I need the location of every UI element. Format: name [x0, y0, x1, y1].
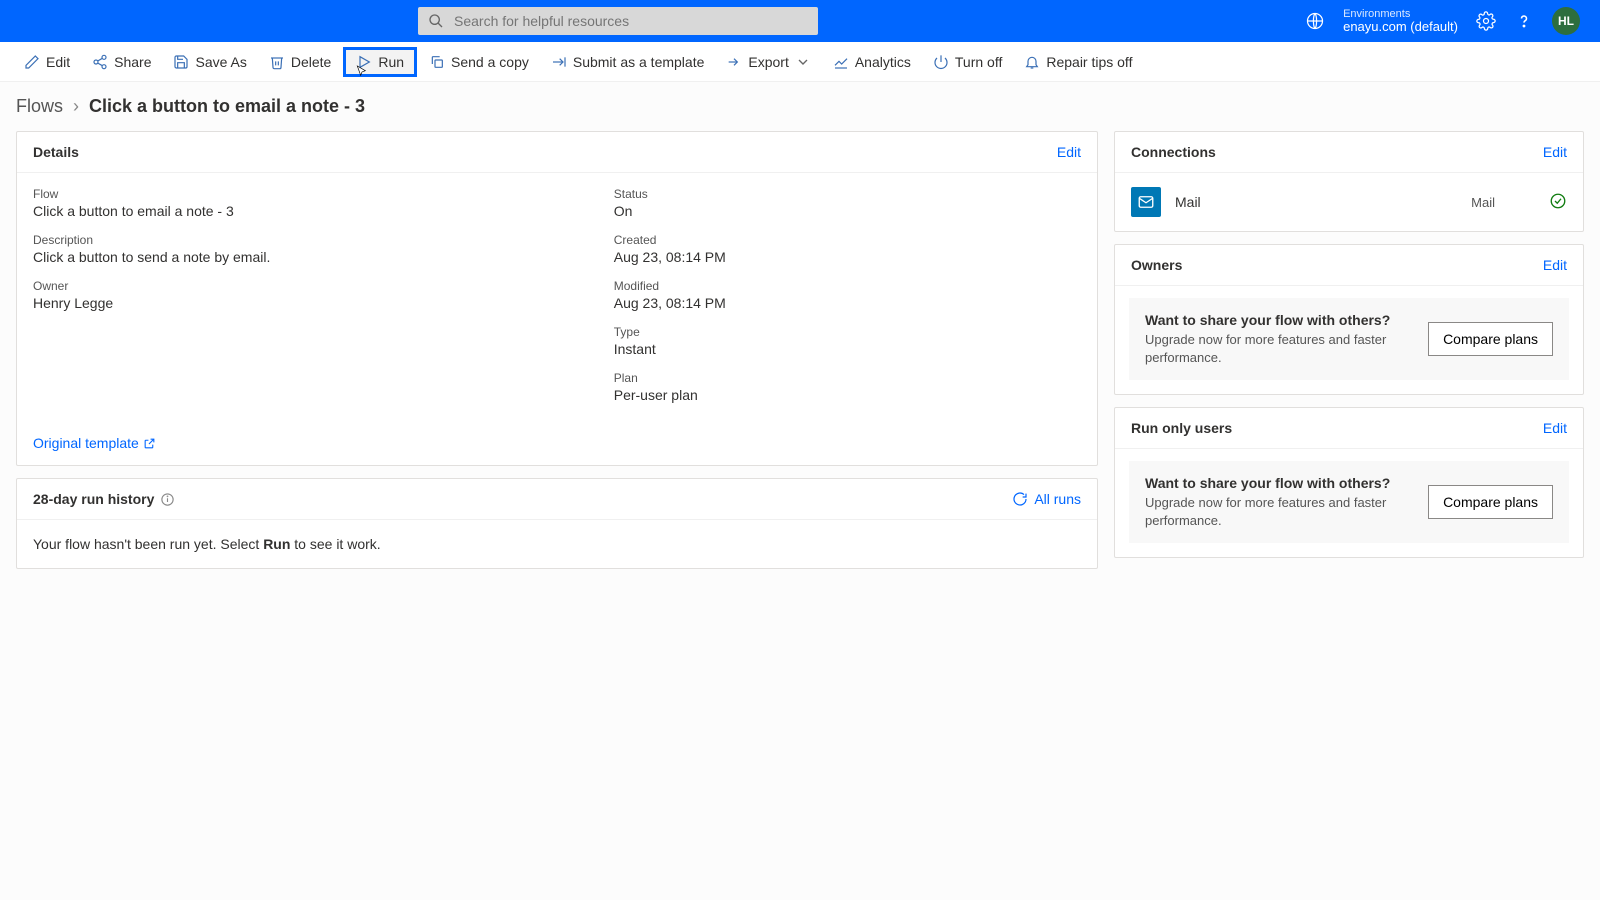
settings-icon[interactable] [1476, 11, 1496, 31]
share-button[interactable]: Share [82, 48, 161, 76]
external-link-icon [143, 437, 156, 450]
owners-upgrade-box: Want to share your flow with others? Upg… [1129, 298, 1569, 380]
run-only-edit-link[interactable]: Edit [1543, 420, 1567, 436]
edit-button[interactable]: Edit [14, 48, 80, 76]
connections-title: Connections [1131, 144, 1216, 160]
breadcrumb: Flows › Click a button to email a note -… [0, 82, 1600, 127]
details-card: Details Edit FlowClick a button to email… [16, 131, 1098, 466]
turn-off-button[interactable]: Turn off [923, 48, 1012, 76]
repair-tips-button[interactable]: Repair tips off [1014, 48, 1142, 76]
analytics-button[interactable]: Analytics [823, 48, 921, 76]
user-avatar[interactable]: HL [1552, 7, 1580, 35]
details-edit-link[interactable]: Edit [1057, 144, 1081, 160]
owners-edit-link[interactable]: Edit [1543, 257, 1567, 273]
delete-button[interactable]: Delete [259, 48, 341, 76]
owners-card: Owners Edit Want to share your flow with… [1114, 244, 1584, 395]
bell-icon [1024, 54, 1040, 70]
run-only-upgrade-box: Want to share your flow with others? Upg… [1129, 461, 1569, 543]
search-icon [428, 13, 444, 29]
environment-icon[interactable] [1305, 11, 1325, 31]
mail-icon [1131, 187, 1161, 217]
environment-picker[interactable]: Environments enayu.com (default) [1343, 8, 1458, 34]
save-as-button[interactable]: Save As [163, 48, 256, 76]
run-only-users-card: Run only users Edit Want to share your f… [1114, 407, 1584, 558]
page-title: Click a button to email a note - 3 [89, 96, 365, 117]
search-container[interactable] [418, 7, 818, 35]
command-bar: Edit Share Save As Delete Run Send a cop… [0, 42, 1600, 82]
info-icon[interactable] [160, 492, 175, 507]
run-history-card: 28-day run history All runs Your flow ha… [16, 478, 1098, 569]
power-icon [933, 54, 949, 70]
submit-icon [551, 54, 567, 70]
search-input[interactable] [454, 13, 808, 29]
save-icon [173, 54, 189, 70]
all-runs-link[interactable]: All runs [1012, 491, 1081, 507]
run-button[interactable]: Run [343, 47, 417, 77]
copy-icon [429, 54, 445, 70]
run-only-title: Run only users [1131, 420, 1232, 436]
export-button[interactable]: Export [716, 48, 820, 76]
submit-template-button[interactable]: Submit as a template [541, 48, 715, 76]
connections-edit-link[interactable]: Edit [1543, 144, 1567, 160]
owners-title: Owners [1131, 257, 1182, 273]
top-bar: Environments enayu.com (default) HL [0, 0, 1600, 42]
help-icon[interactable] [1514, 11, 1534, 31]
chevron-down-icon [795, 54, 811, 70]
connections-card: Connections Edit Mail Mail [1114, 131, 1584, 232]
compare-plans-button[interactable]: Compare plans [1428, 322, 1553, 356]
send-a-copy-button[interactable]: Send a copy [419, 48, 539, 76]
chevron-right-icon: › [73, 96, 79, 117]
share-icon [92, 54, 108, 70]
history-title: 28-day run history [33, 491, 154, 507]
breadcrumb-root[interactable]: Flows [16, 96, 63, 117]
edit-icon [24, 54, 40, 70]
connection-item[interactable]: Mail Mail [1115, 173, 1583, 231]
analytics-icon [833, 54, 849, 70]
details-title: Details [33, 144, 79, 160]
refresh-icon [1012, 491, 1028, 507]
delete-icon [269, 54, 285, 70]
check-circle-icon [1549, 192, 1567, 213]
compare-plans-button[interactable]: Compare plans [1428, 485, 1553, 519]
history-empty-message: Your flow hasn't been run yet. Select Ru… [17, 520, 1097, 568]
original-template-link[interactable]: Original template [17, 435, 1097, 465]
play-icon [356, 54, 372, 70]
export-icon [726, 54, 742, 70]
